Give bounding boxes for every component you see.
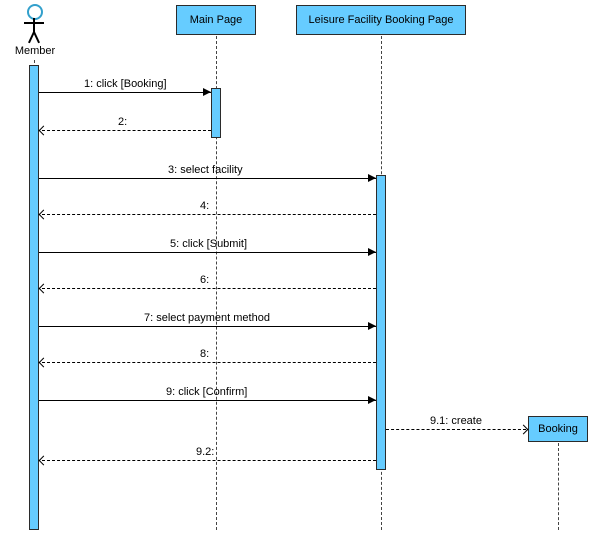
message-5-label: 5: click [Submit] <box>170 238 247 250</box>
participant-booking-page: Leisure Facility Booking Page <box>296 5 466 35</box>
activation-booking-page <box>376 175 386 470</box>
participant-label: Leisure Facility Booking Page <box>309 14 454 26</box>
message-9-2-line <box>42 460 376 461</box>
message-4-line <box>42 214 376 215</box>
arrow-left-open-icon <box>39 210 49 220</box>
arrow-right-icon <box>368 248 376 256</box>
actor-label: Member <box>8 45 62 57</box>
message-9-label: 9: click [Confirm] <box>166 386 247 398</box>
activation-main-page <box>211 88 221 138</box>
arrow-right-icon <box>368 174 376 182</box>
message-3-label: 3: select facility <box>168 164 243 176</box>
message-2-label: 2: <box>118 116 127 128</box>
arrow-right-open-icon <box>519 425 529 435</box>
message-9-1-line <box>386 429 526 430</box>
arrow-left-open-icon <box>39 456 49 466</box>
message-3-line <box>39 178 376 179</box>
message-1-line <box>39 92 211 93</box>
actor-leg-right-icon <box>33 32 40 44</box>
message-6-line <box>42 288 376 289</box>
message-6-label: 6: <box>200 274 209 286</box>
message-2-line <box>42 130 211 131</box>
participant-booking-object: Booking <box>528 416 588 442</box>
arrow-left-open-icon <box>39 126 49 136</box>
actor-arms-icon <box>24 22 44 24</box>
message-4-label: 4: <box>200 200 209 212</box>
message-9-2-label: 9.2: <box>196 446 214 458</box>
participant-label: Main Page <box>190 14 243 26</box>
actor-head-icon <box>27 4 43 20</box>
message-8-line <box>42 362 376 363</box>
lifeline-booking-object <box>558 443 559 530</box>
arrow-right-icon <box>368 322 376 330</box>
actor-body-icon <box>33 18 35 32</box>
arrow-left-open-icon <box>39 284 49 294</box>
sequence-diagram: Member Main Page Leisure Facility Bookin… <box>0 0 605 540</box>
arrow-left-open-icon <box>39 358 49 368</box>
message-7-label: 7: select payment method <box>144 312 270 324</box>
message-9-line <box>39 400 376 401</box>
participant-label: Booking <box>538 423 578 435</box>
arrow-right-icon <box>368 396 376 404</box>
arrow-right-icon <box>203 88 211 96</box>
message-5-line <box>39 252 376 253</box>
message-1-label: 1: click [Booking] <box>84 78 167 90</box>
message-8-label: 8: <box>200 348 209 360</box>
participant-main-page: Main Page <box>176 5 256 35</box>
message-9-1-label: 9.1: create <box>430 415 482 427</box>
message-7-line <box>39 326 376 327</box>
